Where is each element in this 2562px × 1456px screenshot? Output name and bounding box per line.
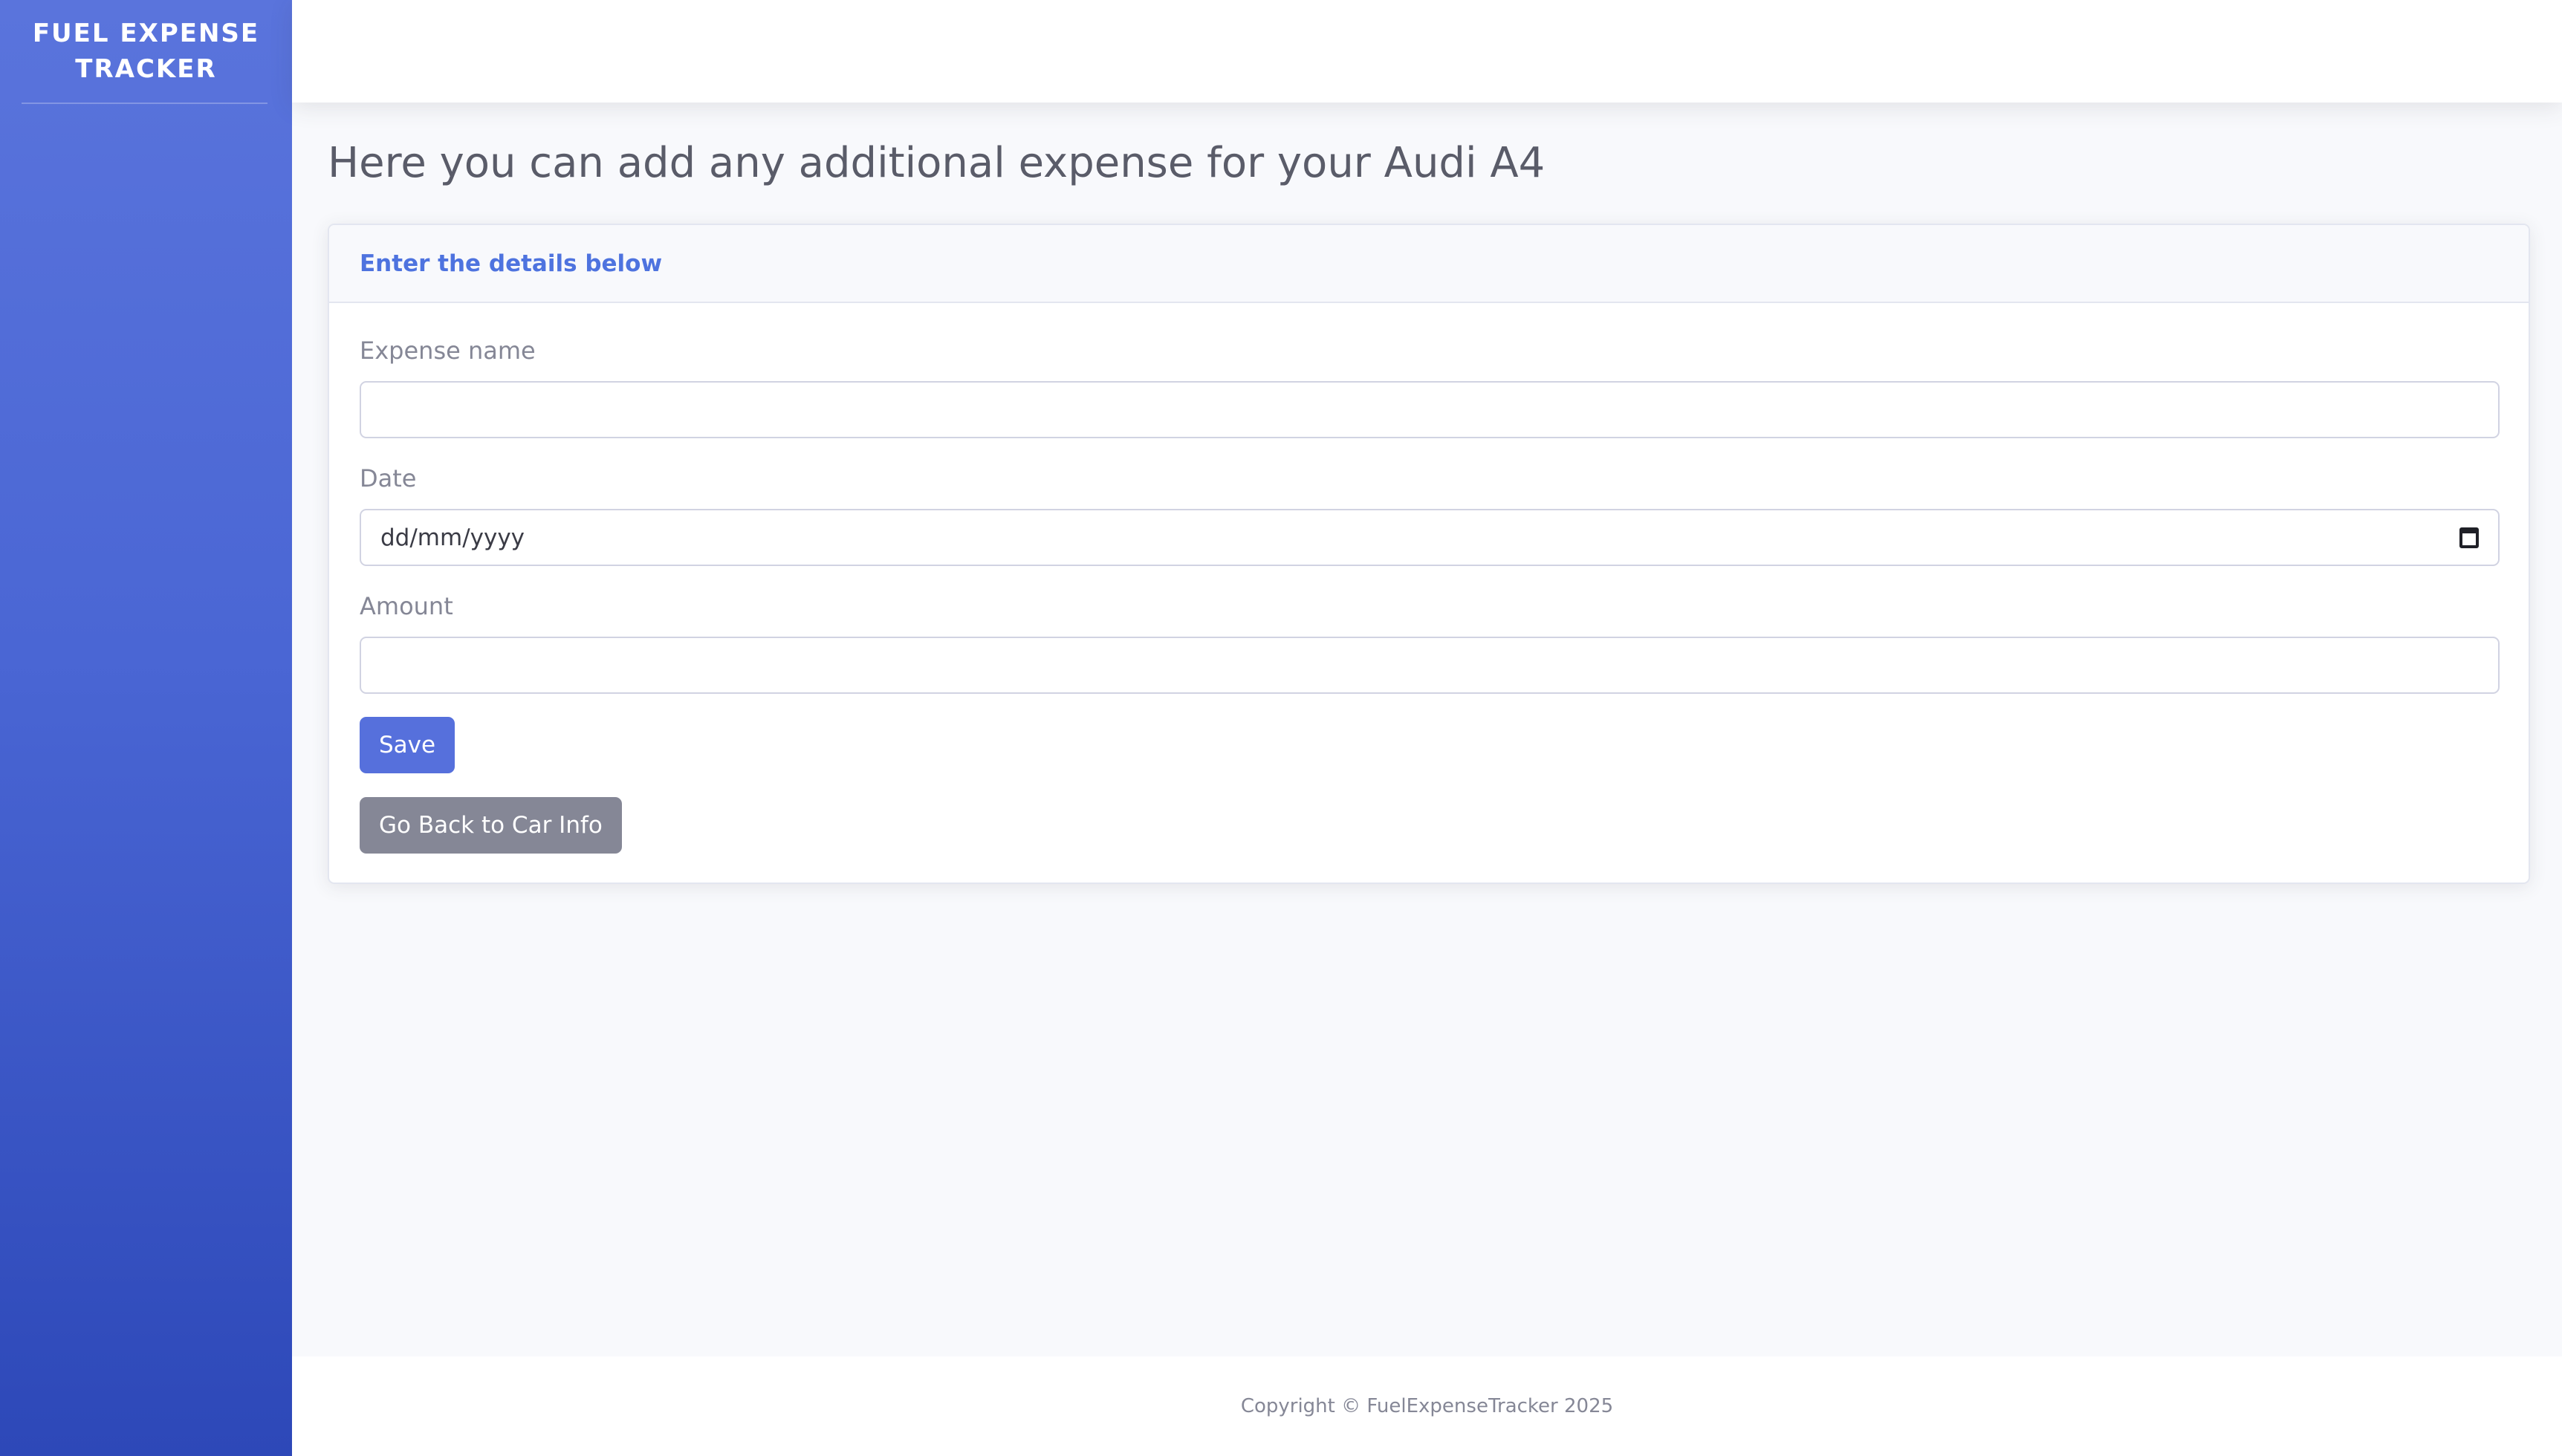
amount-input[interactable] <box>360 637 2500 694</box>
card-header-title: Enter the details below <box>360 250 663 277</box>
sidebar: FUEL EXPENSE TRACKER <box>0 0 292 1456</box>
card-header: Enter the details below <box>329 225 2529 303</box>
expense-name-input[interactable] <box>360 381 2500 438</box>
amount-label: Amount <box>360 592 453 620</box>
calendar-icon[interactable] <box>2459 527 2479 548</box>
footer: Copyright © FuelExpenseTracker 2025 <box>292 1356 2562 1456</box>
sidebar-divider <box>22 103 267 104</box>
copyright-text: Copyright © FuelExpenseTracker 2025 <box>1240 1395 1614 1417</box>
topbar <box>292 0 2562 103</box>
expense-name-label: Expense name <box>360 337 536 365</box>
date-input[interactable]: dd/mm/yyyy <box>360 509 2500 566</box>
page-title: Here you can add any additional expense … <box>328 139 1546 187</box>
expense-form-card: Enter the details below Expense name Dat… <box>328 224 2530 884</box>
save-button[interactable]: Save <box>360 717 455 773</box>
go-back-button[interactable]: Go Back to Car Info <box>360 797 622 854</box>
date-label: Date <box>360 464 417 493</box>
date-placeholder: dd/mm/yyyy <box>380 524 525 551</box>
brand-title[interactable]: FUEL EXPENSE TRACKER <box>0 0 292 103</box>
